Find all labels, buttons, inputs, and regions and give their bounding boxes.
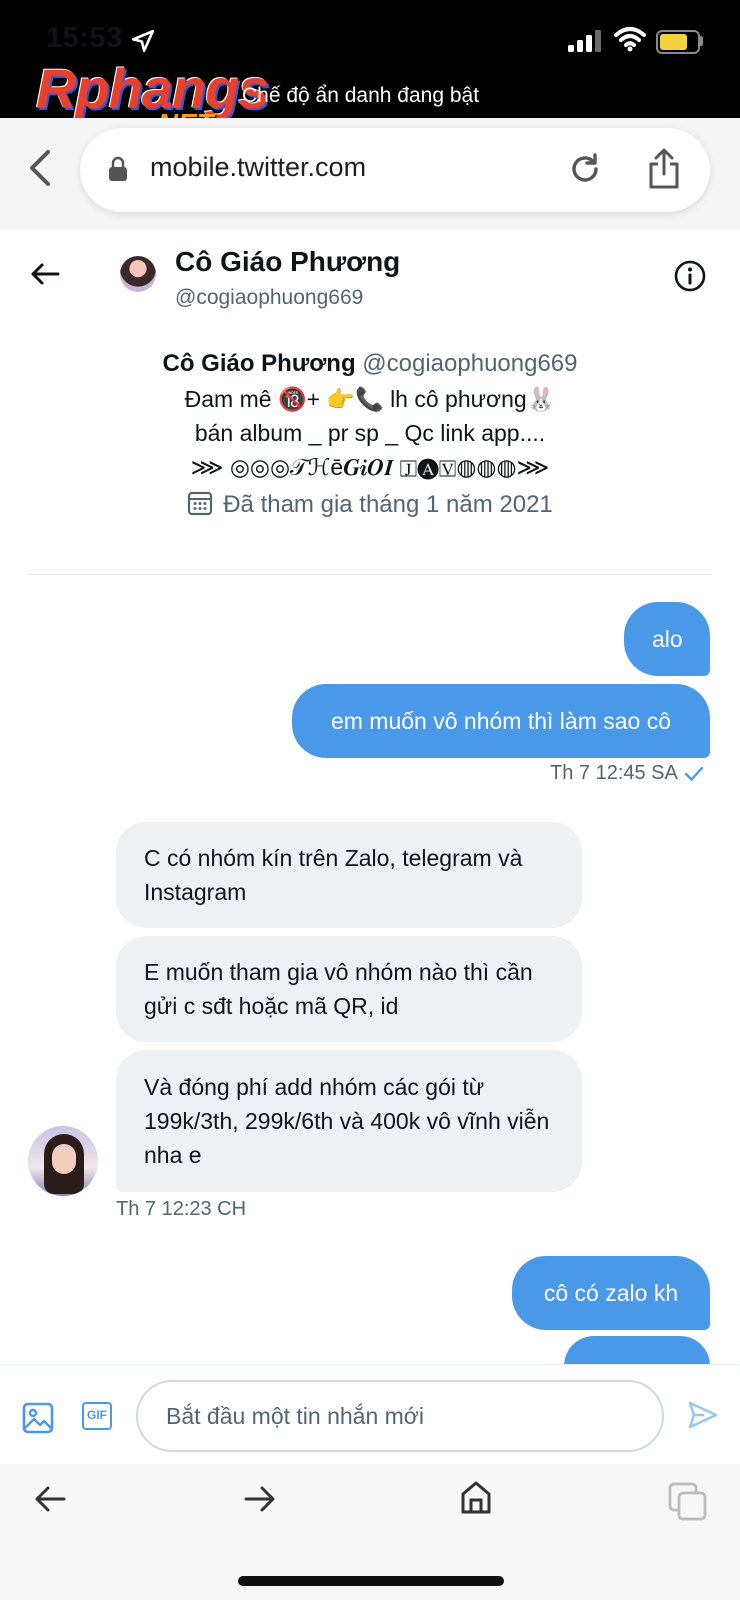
profile-card: Cô Giáo Phương @cogiaophuong669 Đam mê 🔞… — [0, 350, 740, 519]
tabs-icon[interactable] — [668, 1482, 708, 1522]
wifi-icon — [614, 27, 646, 52]
message-bubble-sent[interactable]: alo — [624, 602, 710, 676]
read-check-icon — [684, 766, 704, 781]
info-icon[interactable] — [674, 260, 706, 292]
avatar[interactable] — [120, 256, 156, 292]
profile-name[interactable]: Cô Giáo Phương — [163, 350, 356, 377]
lock-icon — [109, 156, 127, 181]
battery-icon — [656, 30, 700, 54]
bio-line: bán album _ pr sp _ Qc link app.... — [194, 420, 546, 446]
message-timestamp: Th 7 12:23 CH — [116, 1198, 247, 1220]
share-icon[interactable] — [648, 148, 680, 190]
browser-forward-icon[interactable] — [244, 1484, 276, 1514]
home-icon[interactable] — [460, 1480, 492, 1514]
profile-handle: @cogiaophuong669 — [362, 350, 578, 377]
joined-date: Đã tham gia tháng 1 năm 2021 — [0, 490, 740, 519]
message-bubble-sent[interactable]: cô có zalo kh — [512, 1256, 710, 1330]
message-bubble-received[interactable]: E muốn tham gia vô nhóm nào thì cần gửi … — [116, 936, 582, 1042]
message-input[interactable] — [136, 1380, 664, 1452]
battery-tip — [699, 36, 703, 46]
bio-line: Đam mê 🔞+ 👉📞 lh cô phương🐰 — [184, 386, 556, 412]
location-arrow-icon — [131, 29, 155, 53]
message-bubble-received[interactable]: Và đóng phí add nhóm các gói từ 199k/3th… — [116, 1050, 582, 1192]
url-text[interactable]: mobile.twitter.com — [150, 152, 366, 183]
browser-back-icon[interactable] — [34, 1484, 66, 1514]
cellular-signal-icon — [568, 30, 601, 52]
message-bubble-received[interactable]: C có nhóm kín trên Zalo, telegram và Ins… — [116, 822, 582, 928]
timestamp-text: Th 7 12:45 SA — [550, 762, 678, 784]
browser-back-chevron-icon[interactable] — [22, 148, 58, 188]
gif-icon[interactable]: GIF — [82, 1402, 112, 1430]
profile-bio: Đam mê 🔞+ 👉📞 lh cô phương🐰 bán album _ p… — [0, 382, 740, 484]
sender-avatar[interactable] — [28, 1126, 98, 1196]
image-upload-icon[interactable] — [22, 1402, 54, 1434]
bio-line: ⋙ ◎◎◎𝒯ℋē𝑮𝒊𝑶𝑰 🄹🅐🅅◍◍◍⋙ — [190, 454, 550, 480]
message-bubble-sent[interactable]: em muốn vô nhóm thì làm sao cô — [292, 684, 710, 758]
profile-name-line[interactable]: Cô Giáo Phương @cogiaophuong669 — [0, 350, 740, 378]
reload-icon[interactable] — [568, 152, 602, 186]
conversation-handle: @cogiaophuong669 — [175, 286, 364, 309]
avatar-face — [52, 1144, 76, 1174]
home-indicator — [238, 1576, 504, 1586]
incognito-notice: Chế độ ẩn danh đang bật — [242, 84, 480, 107]
message-timestamp: Th 7 12:45 SA — [550, 762, 704, 785]
status-time: 15:53 — [46, 22, 123, 54]
joined-text: Đã tham gia tháng 1 năm 2021 — [223, 491, 553, 518]
calendar-icon — [188, 491, 213, 516]
back-arrow-icon[interactable] — [30, 262, 60, 286]
conversation-name[interactable]: Cô Giáo Phương — [175, 246, 400, 278]
send-icon[interactable] — [688, 1400, 718, 1430]
divider — [28, 574, 712, 575]
